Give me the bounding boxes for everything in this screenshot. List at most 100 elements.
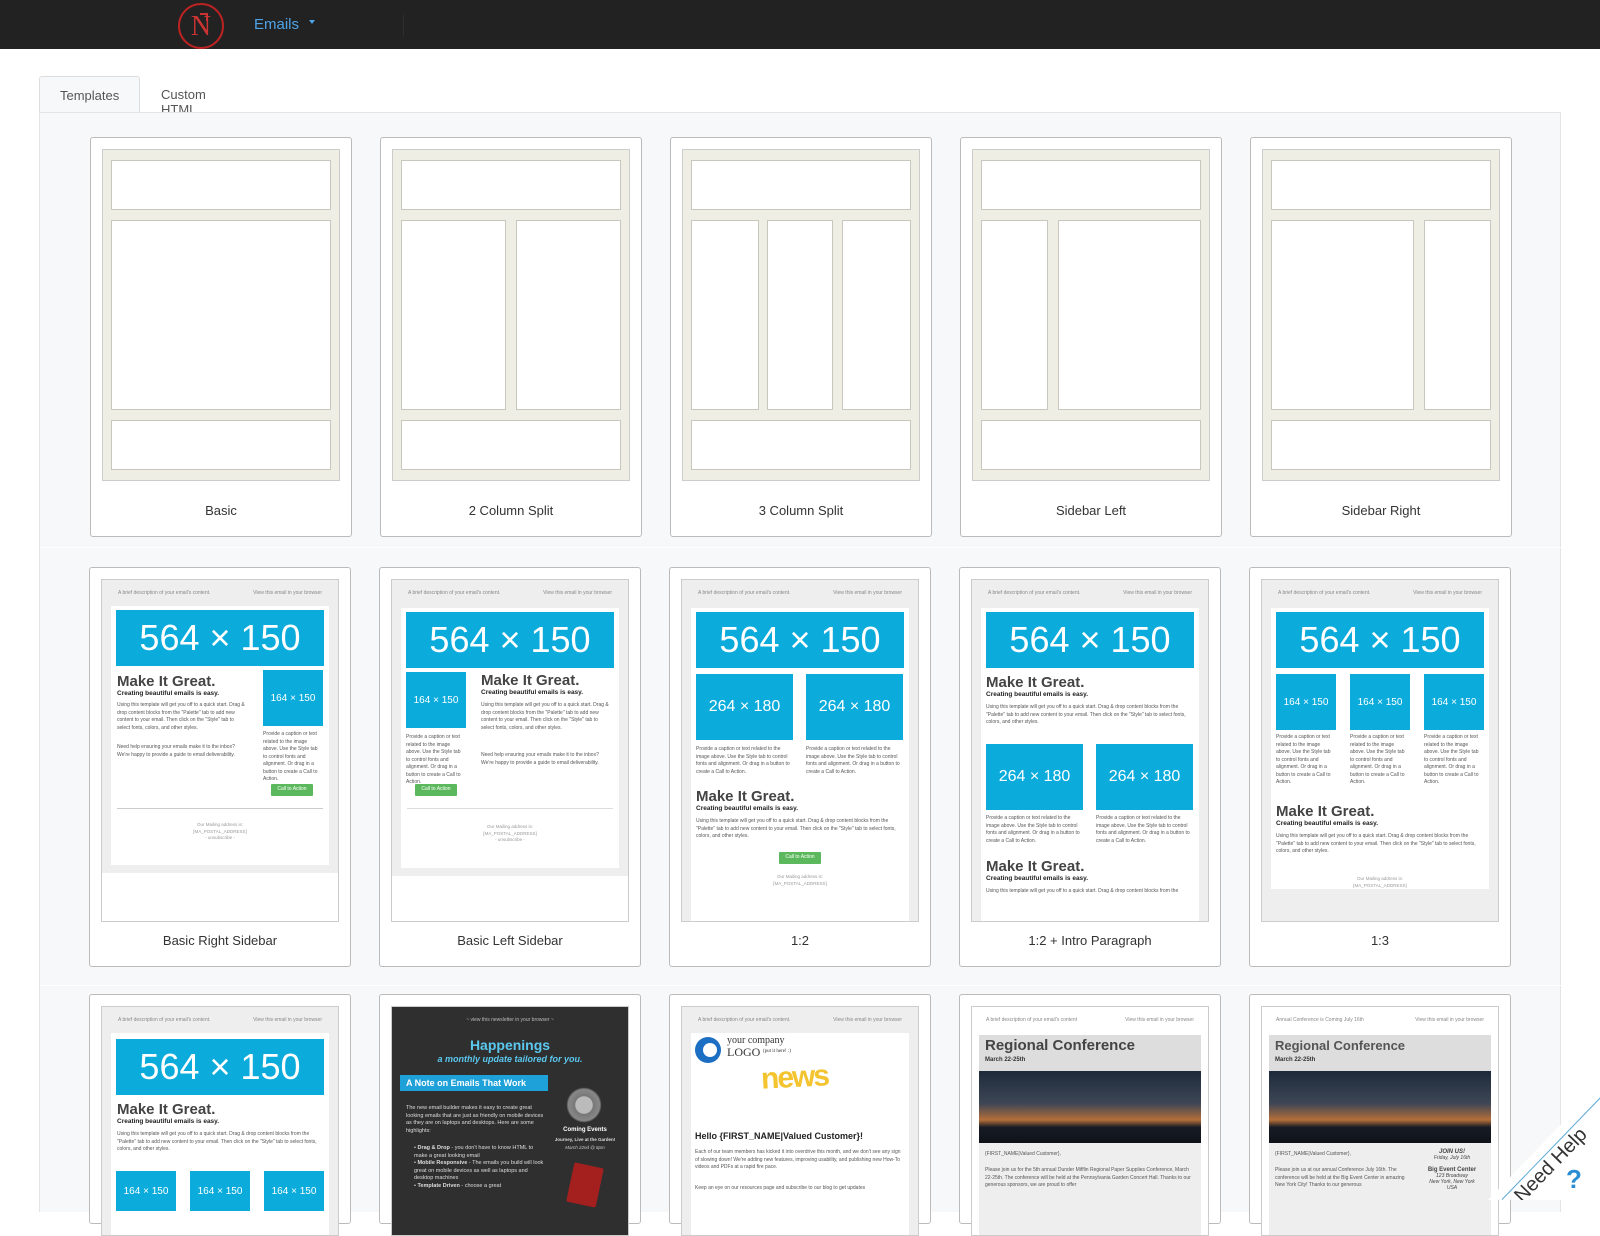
template-card-2-column-split[interactable]: 2 Column Split [380, 137, 642, 537]
preheader: A brief description of your email's cont… [988, 590, 1192, 596]
emails-menu[interactable]: Emails [254, 16, 316, 33]
template-card-1-2[interactable]: A brief description of your email's cont… [669, 567, 931, 967]
body-text: Keep an eye on our resources page and su… [695, 1185, 866, 1191]
caption-text: Provide a caption or text related to the… [696, 746, 790, 775]
email-preview: A brief description of your email's cont… [972, 580, 1208, 921]
email-body: 564 × 150 Make It Great. Creating beauti… [981, 608, 1199, 921]
template-thumbnail: A brief description of your email's cont… [681, 579, 919, 922]
feature-title: Drag & Drop [417, 1145, 450, 1151]
sidebar-image-placeholder: 164 × 150 [406, 672, 466, 728]
template-card-basic-left-sidebar[interactable]: A brief description of your email's cont… [379, 567, 641, 967]
divider [117, 808, 323, 809]
conference-date: March 22-25th [985, 1057, 1026, 1063]
top-navbar: N Emails [0, 0, 1600, 49]
body-text: Using this template will get you off to … [117, 1131, 317, 1152]
image-placeholder: 264 × 180 [806, 674, 903, 740]
subheadline: Creating beautiful emails is easy. [696, 805, 799, 812]
template-card-1-3[interactable]: A brief description of your email's cont… [1249, 567, 1511, 967]
need-help-widget[interactable]: Need Help ? [1488, 1084, 1600, 1200]
conference-date: March 22-25th [1275, 1057, 1316, 1063]
tab-custom-html[interactable]: Custom HTML [141, 76, 241, 117]
template-thumbnail: ~ view this newsletter in your browser ~… [391, 1006, 629, 1236]
template-thumbnail: A brief description of your email's cont… [971, 579, 1209, 922]
layout-footer-block [981, 420, 1201, 470]
layout-body-block [1058, 220, 1201, 410]
preheader: A brief description of your email's cont… [698, 1017, 902, 1023]
template-card-basic-preview[interactable]: A brief description of your email's cont… [89, 994, 351, 1236]
layout-footer-block [1271, 420, 1491, 470]
headline: Make It Great. [986, 858, 1085, 875]
feature-title: Template Driven [417, 1182, 460, 1189]
email-body: 564 × 150 Make It Great. Creating beauti… [111, 606, 329, 865]
email-body: 564 × 150 264 × 180 264 × 180 Provide a … [691, 608, 909, 921]
sidebar-image-placeholder: 164 × 150 [263, 670, 323, 726]
template-thumbnail [682, 149, 920, 481]
row-divider [40, 547, 1562, 548]
body-text: Using this template will get you off to … [986, 888, 1186, 896]
conference-body: {FIRST_NAME|Valued Customer}, Please joi… [979, 1143, 1201, 1235]
template-name: 1:3 [1370, 933, 1390, 948]
email-body: 564 × 150 164 × 150 Provide a caption or… [401, 608, 619, 868]
image-placeholder: 264 × 180 [1096, 744, 1193, 810]
headline: Make It Great. [1276, 803, 1375, 820]
template-card-news[interactable]: A brief description of your email's cont… [669, 994, 931, 1236]
subheadline: Creating beautiful emails is easy. [117, 690, 220, 697]
logo-line-2: LOGO [727, 1045, 761, 1059]
template-name: Sidebar Left [1055, 503, 1127, 518]
image-placeholder: 164 × 150 [1424, 674, 1484, 730]
template-card-regional-conference[interactable]: A brief description of your email's cont… [959, 994, 1221, 1236]
body-text: Using this template will get you off to … [986, 704, 1186, 725]
template-thumbnail: A brief description of your email's cont… [101, 1006, 339, 1236]
image-placeholder: 164 × 150 [116, 1171, 176, 1211]
intro-text: The new email builder makes it easy to c… [406, 1105, 544, 1134]
template-thumbnail: A brief description of your email's cont… [1261, 579, 1499, 922]
image-placeholder: 164 × 150 [1350, 674, 1410, 730]
template-card-basic-right-sidebar[interactable]: A brief description of your email's cont… [89, 567, 351, 967]
template-name: 2 Column Split [468, 503, 554, 518]
template-name: Basic Right Sidebar [162, 933, 278, 948]
preheader: Annual Conference is Coming July 16th Vie… [1276, 1017, 1484, 1023]
hero-image-placeholder: 564 × 150 [1276, 612, 1484, 668]
layout-footer-block [401, 420, 621, 470]
subheadline: Creating beautiful emails is easy. [481, 689, 584, 696]
body-text: Using this template will get you off to … [117, 702, 245, 731]
template-card-basic[interactable]: Basic [90, 137, 352, 537]
caption-text: Provide a caption or text related to the… [1096, 815, 1190, 844]
join-date: Friday, July 16th [1433, 1155, 1471, 1161]
template-card-1-2-intro-paragraph[interactable]: A brief description of your email's cont… [959, 567, 1221, 967]
layout-header-block [981, 160, 1201, 210]
hero-image-placeholder: 564 × 150 [116, 610, 324, 666]
view-in-browser-link: View this email in your browser [253, 1017, 322, 1023]
email-body: 564 × 150 164 × 150 164 × 150 164 × 150 … [1271, 608, 1489, 889]
caption-text: Provide a caption or text related to the… [806, 746, 900, 775]
news-graphic: news [760, 1059, 829, 1096]
email-preview: A brief description of your email's cont… [1262, 580, 1498, 921]
template-card-sidebar-right[interactable]: Sidebar Right [1250, 137, 1512, 537]
subheadline: Creating beautiful emails is easy. [986, 875, 1089, 882]
body-text: Need help ensuring your emails make it t… [117, 744, 235, 758]
app-logo[interactable]: N [178, 3, 224, 49]
email-preview: A brief description of your email's cont… [102, 580, 338, 873]
body-text: Using this template will get you off to … [696, 818, 896, 839]
email-body: 564 × 150 Make It Great. Creating beauti… [111, 1033, 329, 1235]
preheader: A brief description of your email's cont… [118, 1017, 322, 1023]
footer: Our Mailing address is: [MA_POSTAL_ADDRES… [691, 874, 909, 887]
venue-address: USA [1446, 1185, 1458, 1191]
side-subtitle: Journey, Live at the Garden! [554, 1137, 616, 1142]
template-card-happenings[interactable]: ~ view this newsletter in your browser ~… [379, 994, 641, 1236]
tab-templates[interactable]: Templates [39, 76, 140, 113]
caption-text: Provide a caption or text related to the… [1424, 734, 1479, 785]
preheader: A brief description of your email's cont… [986, 1017, 1194, 1023]
image-placeholder: 164 × 150 [1276, 674, 1336, 730]
conference-header: Regional Conference March 22-25th [1269, 1035, 1491, 1071]
template-card-sidebar-left[interactable]: Sidebar Left [960, 137, 1222, 537]
footer: Our Mailing address is: [MA_POSTAL_ADDRES… [1262, 876, 1498, 889]
footer: Our Mailing address is: [MA_POSTAL_ADDRES… [401, 824, 619, 844]
call-to-action-button: Call to Action [779, 852, 821, 864]
section-heading: A Note on Emails That Work [400, 1075, 548, 1091]
template-card-regional-conference-2[interactable]: Annual Conference is Coming July 16th Vie… [1249, 994, 1511, 1236]
view-in-browser-link: View this email in your browser [543, 590, 612, 596]
event-info: JOIN US! Friday, July 16th Big Event Cen… [1419, 1149, 1485, 1191]
preheader: ~ view this newsletter in your browser ~ [466, 1017, 554, 1023]
template-card-3-column-split[interactable]: 3 Column Split [670, 137, 932, 537]
